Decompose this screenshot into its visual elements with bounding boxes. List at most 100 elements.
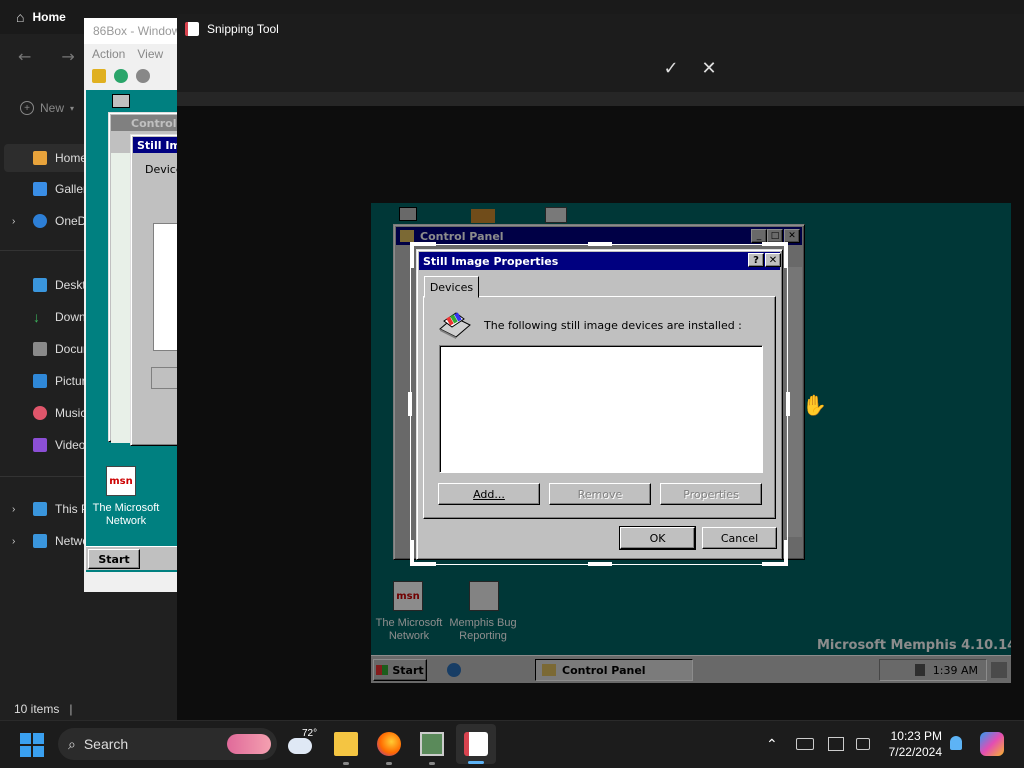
taskbar-search-box[interactable]: ⌕ Search [58,728,277,760]
reset-icon[interactable] [114,69,128,83]
control-panel-titlebar[interactable]: Control Panel [111,115,178,131]
sidebar-item-music[interactable]: Music [0,399,90,427]
msn-icon[interactable]: msn [393,581,423,611]
86box-taskbar-icon[interactable] [420,732,444,756]
sidebar-item-onedrive[interactable]: › OneDrive [0,207,90,235]
clock[interactable]: 1:39 AM [933,664,978,677]
help-button[interactable]: ? [748,253,764,267]
86box-vm-screen[interactable]: Control Panel Still Image Properties Dev… [86,90,178,590]
notification-bell-icon[interactable] [950,736,962,750]
desktop-icon [33,278,47,292]
sidebar-item-downloads[interactable]: ↓ Downloads [0,303,90,331]
forward-arrow-icon[interactable]: → [61,47,74,66]
document-icon[interactable] [545,207,567,223]
devices-caption: The following still image devices are in… [484,319,742,332]
selection-handle-top[interactable] [588,242,612,246]
search-label: Search [83,736,129,752]
selection-handle-tr-v[interactable] [784,242,788,268]
search-highlight-icon [227,734,271,754]
pause-icon[interactable] [92,69,106,83]
confirm-check-icon[interactable]: ✓ [659,56,683,80]
speaker-icon[interactable] [914,664,925,676]
selection-handle-bl-v[interactable] [410,540,414,566]
cancel-button[interactable]: Cancel [702,527,777,549]
dialog-titlebar[interactable]: Still Image Properties [419,252,780,270]
explorer-tab-home[interactable]: ⌂ Home [6,2,86,32]
msn-icon[interactable]: msn [106,466,136,496]
os-watermark: Microsoft Memphis 4.10.1400 [817,638,1011,653]
properties-button[interactable]: Properties [660,483,762,505]
sidebar-divider [0,476,90,477]
chevron-right-icon[interactable]: › [12,216,15,227]
selection-handle-right[interactable] [786,392,790,416]
hand-cursor-icon: ✋ [802,393,827,417]
maximize-button[interactable]: □ [767,229,783,243]
sidebar-item-network[interactable]: › Network [0,527,90,555]
keyboard-icon[interactable] [991,662,1007,678]
devices-tab-mini[interactable]: Devices [145,163,178,176]
add-button-mini[interactable] [151,367,178,389]
selection-handle-tl-v[interactable] [410,242,414,268]
network-offline-icon[interactable] [796,738,814,750]
new-button[interactable]: New [40,101,64,115]
86box-titlebar[interactable]: 86Box - Windows 98 [84,18,178,44]
system-tray: 1:39 AM [879,659,987,681]
still-image-device-list[interactable] [439,345,763,473]
sidebar-item-desktop[interactable]: Desktop [0,271,90,299]
snipping-tool-titlebar[interactable]: Snipping Tool [177,14,1024,44]
device-list-mini[interactable] [153,223,178,351]
bug-report-icon[interactable] [469,581,499,611]
item-count: 10 items [14,702,60,716]
taskbar-clock[interactable]: 10:23 PM 7/22/2024 [882,729,942,759]
status-separator: | [69,702,73,716]
file-explorer-taskbar-icon[interactable] [334,732,358,756]
ie-quicklaunch-icon[interactable] [447,663,461,677]
start-button-mini[interactable]: Start [88,549,140,569]
weather-widget[interactable]: 72° [288,728,320,758]
ok-button[interactable]: OK [619,526,696,550]
tab-devices[interactable]: Devices [424,276,479,298]
home-icon [33,151,47,165]
sidebar-item-gallery[interactable]: Gallery [0,175,90,203]
sidebar-item-home[interactable]: Home [4,144,90,172]
my-computer-icon[interactable] [112,94,130,108]
chevron-up-icon[interactable]: ⌃ [766,736,778,753]
display-icon[interactable] [828,737,844,751]
remove-button[interactable]: Remove [549,483,651,505]
chevron-right-icon[interactable]: › [12,504,15,515]
windows-start-icon[interactable] [20,733,44,757]
selection-handle-bottom[interactable] [588,562,612,566]
my-computer-icon[interactable] [399,207,417,221]
sidebar-item-pictures[interactable]: Pictures [0,367,90,395]
close-button[interactable]: ✕ [765,253,781,267]
selection-handle-br-v[interactable] [784,540,788,566]
volume-muted-icon[interactable] [856,738,870,750]
selection-handle-left[interactable] [408,392,412,416]
sidebar-item-videos[interactable]: Videos [0,431,90,459]
still-image-titlebar-mini[interactable]: Still Image Properties [133,137,178,153]
task-control-panel[interactable]: Control Panel [535,659,693,681]
folder-icon[interactable] [471,209,495,223]
sidebar-item-this-pc[interactable]: › This PC [0,495,90,523]
power-icon[interactable] [136,69,150,83]
close-icon[interactable]: ✕ [697,56,721,80]
86box-window[interactable]: 86Box - Windows 98 Action View Control P… [84,18,178,592]
add-button[interactable]: Add... [438,483,540,505]
minimize-button[interactable]: _ [751,229,767,243]
chevron-right-icon[interactable]: › [12,536,15,547]
msn-label: The Microsoft Network [92,502,160,527]
menu-view[interactable]: View [137,47,163,61]
home-icon: ⌂ [16,9,25,25]
explorer-status-bar: 10 items | [0,698,180,720]
firefox-icon[interactable] [377,732,401,756]
still-image-dialog-mini[interactable]: Still Image Properties Devices [130,134,178,446]
86box-menubar: Action View [84,44,178,64]
control-panel-title: Control Panel [131,116,178,130]
copilot-icon[interactable] [980,732,1004,756]
menu-action[interactable]: Action [92,47,125,61]
sidebar-item-documents[interactable]: Documents [0,335,90,363]
computer-icon [33,502,47,516]
back-arrow-icon[interactable]: ← [18,47,31,66]
close-button[interactable]: ✕ [784,229,800,243]
start-button[interactable]: Start [373,659,427,681]
